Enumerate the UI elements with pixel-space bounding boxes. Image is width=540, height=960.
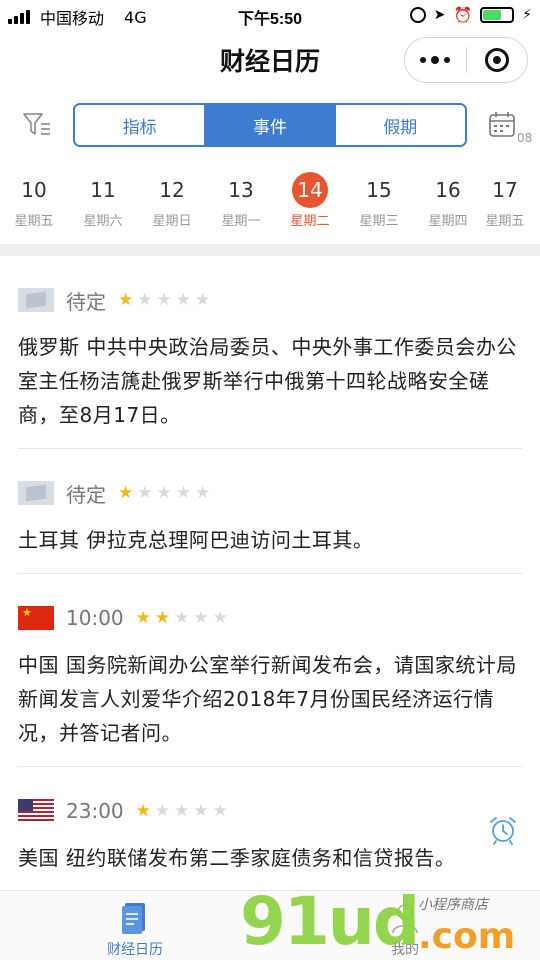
star-filled-icon: ★ <box>118 289 134 310</box>
battery-icon <box>480 7 515 23</box>
event-text: 土耳其 伊拉克总理阿巴迪访问土耳其。 <box>18 528 374 552</box>
date-item[interactable]: 12 星期日 <box>137 172 207 229</box>
event-item[interactable]: 待定 ★ ★ ★ ★ ★ 俄罗斯 中共中央政治局委员、中央外事工作委员会办公室主任杨洁篪… <box>18 282 522 449</box>
watermark-domain: .com <box>418 916 516 957</box>
star-empty-icon: ★ <box>193 607 209 628</box>
mini-program-capsule <box>404 37 528 83</box>
alarm-clock-icon[interactable] <box>488 815 518 845</box>
china-flag-icon <box>18 606 54 630</box>
event-text: 俄罗斯 中共中央政治局委员、中央外事工作委员会办公室主任杨洁篪赴俄罗斯举行中俄第… <box>18 335 517 427</box>
event-time: 23:00 <box>66 799 124 823</box>
more-button[interactable] <box>405 38 466 82</box>
category-tabs: 指标 事件 假期 <box>73 103 467 147</box>
star-empty-icon: ★ <box>195 289 211 310</box>
event-item[interactable]: 23:00 ★ ★ ★ ★ ★ 美国 纽约联储发布第二季家庭债务和信贷报告。 <box>18 793 522 875</box>
event-header: 23:00 ★ ★ ★ ★ ★ <box>18 793 522 829</box>
close-target-icon <box>484 48 509 72</box>
orientation-lock-icon <box>409 7 426 23</box>
date-item[interactable]: 15 星期三 <box>344 172 414 229</box>
more-dots-icon <box>420 57 427 63</box>
star-empty-icon: ★ <box>174 607 190 628</box>
event-item[interactable]: 10:00 ★★★★★ 中国 国务院新闻办公室举行新闻发布会，请国家统计局新闻发… <box>18 600 522 767</box>
star-filled-icon: ★ <box>135 607 151 628</box>
date-weekday: 星期六 <box>83 214 123 229</box>
date-number: 11 <box>90 178 116 202</box>
date-weekday: 星期三 <box>359 214 399 229</box>
watermark-subtitle: 小程序商店 <box>418 897 488 913</box>
tab-calendar-label: 财经日历 <box>107 942 163 958</box>
date-weekday: 星期日 <box>152 214 192 229</box>
star-empty-icon: ★ <box>175 289 191 310</box>
star-empty-icon: ★ <box>174 800 190 821</box>
date-number: 17 <box>492 178 518 202</box>
date-number: 10 <box>21 178 47 202</box>
star-empty-icon: ★ <box>137 482 153 503</box>
location-icon: ➤ <box>433 7 446 23</box>
close-button[interactable] <box>467 38 528 82</box>
tab-calendar[interactable]: 财经日历 <box>70 899 200 959</box>
star-empty-icon: ★ <box>156 482 172 503</box>
event-list: 待定 ★ ★ ★ ★ ★ 俄罗斯 中共中央政治局委员、中央外事工作委员会办公室主任杨洁篪… <box>0 256 540 891</box>
usa-flag-icon <box>18 799 54 823</box>
star-filled-icon: ★ <box>154 607 171 628</box>
event-header: 10:00 ★★★★★ <box>18 600 522 636</box>
alarm-status-icon: ⏰ <box>453 6 473 24</box>
nav-bar: 财经日历 <box>0 30 540 90</box>
calendar-icon[interactable] <box>488 110 518 140</box>
star-filled-icon: ★ <box>118 482 134 503</box>
star-filled-icon: ★ <box>135 800 151 821</box>
status-right: ➤ ⏰ ⚡ <box>409 6 532 24</box>
importance-stars: ★ ★ ★ ★ ★ <box>118 482 211 503</box>
filter-icon[interactable] <box>22 110 52 140</box>
event-time: 待定 <box>66 289 106 314</box>
date-number: 15 <box>366 178 392 202</box>
calendar-day-label: 08 <box>517 131 533 145</box>
star-empty-icon: ★ <box>137 289 153 310</box>
date-weekday: 星期一 <box>221 214 261 229</box>
tab-holidays[interactable]: 假期 <box>334 105 465 145</box>
star-empty-icon: ★ <box>195 482 211 503</box>
watermark-logo: 91ud <box>240 883 420 960</box>
date-number: 12 <box>159 178 185 202</box>
date-item-selected[interactable]: 14 星期二 <box>275 172 345 229</box>
event-time: 10:00 <box>66 606 124 630</box>
tab-events[interactable]: 事件 <box>204 105 335 145</box>
star-empty-icon: ★ <box>175 482 191 503</box>
event-header: 待定 ★ ★ ★ ★ ★ <box>18 475 522 511</box>
star-empty-icon: ★ <box>156 289 172 310</box>
importance-stars: ★ ★ ★ ★ ★ <box>118 289 211 310</box>
date-number: 14 <box>292 172 328 208</box>
document-icon <box>122 903 145 934</box>
star-empty-icon: ★ <box>193 800 209 821</box>
charging-icon: ⚡ <box>522 7 532 23</box>
date-number: 13 <box>228 178 254 202</box>
importance-stars: ★ ★ ★ ★ ★ <box>135 800 228 821</box>
date-weekday: 星期五 <box>485 214 525 229</box>
section-divider <box>0 244 540 256</box>
tab-indicators[interactable]: 指标 <box>75 105 205 145</box>
star-empty-icon: ★ <box>154 800 171 821</box>
event-text: 美国 纽约联储发布第二季家庭债务和信贷报告。 <box>18 846 456 870</box>
status-bar: 中国移动 4G 下午5:50 ➤ ⏰ ⚡ <box>0 0 540 30</box>
date-strip: 10 星期五 11 星期六 12 星期日 13 星期一 14 星期二 15 星期三 16 星期… <box>0 172 540 236</box>
flag-icon <box>18 481 54 505</box>
event-item[interactable]: 待定 ★ ★ ★ ★ ★ 土耳其 伊拉克总理阿巴迪访问土耳其。 <box>18 475 522 574</box>
date-item[interactable]: 13 星期一 <box>206 172 276 229</box>
event-header: 待定 ★ ★ ★ ★ ★ <box>18 282 522 318</box>
star-empty-icon: ★ <box>212 607 228 628</box>
event-time: 待定 <box>66 482 106 507</box>
date-item[interactable]: 17 星期五 <box>470 172 540 229</box>
date-item[interactable]: 10 星期五 <box>0 172 69 229</box>
event-text: 中国 国务院新闻办公室举行新闻发布会，请国家统计局新闻发言人刘爱华介绍2018年… <box>18 653 517 745</box>
star-empty-icon: ★ <box>212 800 228 821</box>
importance-stars: ★ ★ ★ ★ ★ <box>135 607 228 628</box>
date-weekday: 星期五 <box>14 214 54 229</box>
flag-icon <box>18 288 54 312</box>
date-number: 16 <box>435 178 461 202</box>
date-item[interactable]: 11 星期六 <box>68 172 138 229</box>
date-weekday: 星期二 <box>290 214 330 229</box>
